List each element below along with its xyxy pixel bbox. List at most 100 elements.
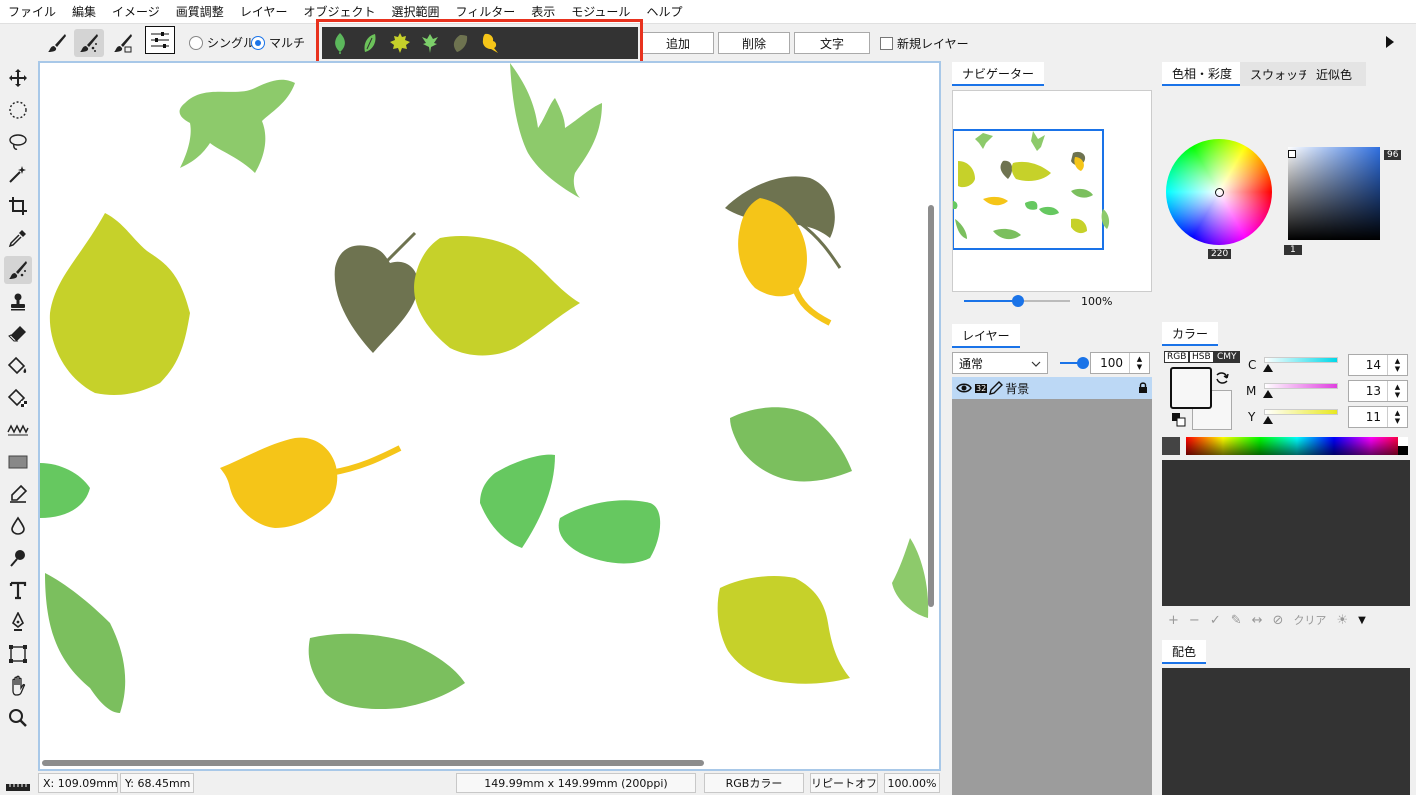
default-colors-icon[interactable] — [1172, 413, 1186, 427]
magenta-input[interactable]: 13 ▲ ▼ — [1348, 380, 1408, 402]
add-swatch-icon[interactable]: + — [1168, 613, 1179, 628]
pen-icon[interactable] — [4, 480, 32, 508]
remove-swatch-icon[interactable]: − — [1189, 613, 1200, 628]
wave-icon[interactable] — [4, 416, 32, 444]
spectrum-black-chip[interactable] — [1398, 446, 1408, 455]
cyan-input[interactable]: 14 ▲ ▼ — [1348, 354, 1408, 376]
menu-edit[interactable]: 編集 — [64, 0, 104, 24]
menu-view[interactable]: 表示 — [523, 0, 563, 24]
fern-leaf-green-icon[interactable] — [418, 31, 442, 55]
spectrum-white-chip[interactable] — [1398, 437, 1408, 446]
vector-pen-icon[interactable] — [4, 608, 32, 636]
tab-swatches[interactable]: スウォッチ — [1240, 62, 1310, 86]
brush-mode-normal-icon[interactable] — [42, 29, 72, 57]
brush-settings-button[interactable] — [145, 26, 175, 54]
magic-wand-icon[interactable] — [4, 160, 32, 188]
single-radio[interactable]: シングル — [189, 34, 255, 51]
repeat-button[interactable]: リピートオフ — [810, 773, 878, 793]
yellow-slider-thumb[interactable] — [1263, 416, 1273, 424]
hue-wheel-cursor[interactable] — [1215, 188, 1224, 197]
tab-similar-colors[interactable]: 近似色 — [1306, 62, 1366, 86]
hue-wheel[interactable] — [1166, 139, 1272, 245]
menu-layer[interactable]: レイヤー — [232, 0, 296, 24]
zoom-level[interactable]: 100.00% — [884, 773, 940, 793]
yellow-stepper[interactable]: ▲ ▼ — [1387, 407, 1407, 427]
navigator-zoom-thumb[interactable] — [1012, 295, 1024, 307]
shape-brush-icon[interactable] — [4, 256, 32, 284]
layer-row-background[interactable]: 32 背景 — [952, 377, 1152, 399]
tab-navigator[interactable]: ナビゲーター — [952, 62, 1045, 86]
magenta-slider[interactable] — [1264, 383, 1338, 389]
smudge-icon[interactable] — [4, 544, 32, 572]
cyan-stepper[interactable]: ▲ ▼ — [1387, 355, 1407, 375]
drop-icon[interactable] — [4, 512, 32, 540]
swap-swatch-icon[interactable]: ↔ — [1252, 613, 1263, 628]
cyan-slider-thumb[interactable] — [1263, 364, 1273, 372]
swatch-area[interactable] — [1162, 460, 1410, 606]
menu-module[interactable]: モジュール — [563, 0, 638, 24]
bucket-icon[interactable] — [4, 352, 32, 380]
clear-button[interactable]: クリア — [1293, 612, 1326, 628]
check-icon[interactable]: ✓ — [1210, 613, 1221, 628]
rectangle-icon[interactable] — [4, 448, 32, 476]
text-button[interactable]: 文字 — [794, 32, 870, 54]
ellipse-select-icon[interactable] — [4, 96, 32, 124]
ruler-icon[interactable] — [6, 780, 30, 791]
gradient-bucket-icon[interactable] — [4, 384, 32, 412]
saturation-brightness-box[interactable] — [1288, 147, 1380, 240]
transform-icon[interactable] — [4, 640, 32, 668]
tab-hue-saturation[interactable]: 色相・彩度 — [1162, 62, 1240, 86]
crop-icon[interactable] — [4, 192, 32, 220]
menu-adjust[interactable]: 画質調整 — [168, 0, 232, 24]
color-mode-button[interactable]: RGBカラー — [704, 773, 804, 793]
swap-colors-icon[interactable] — [1214, 370, 1230, 386]
magenta-slider-thumb[interactable] — [1263, 390, 1273, 398]
canvas-area[interactable] — [38, 61, 941, 771]
stamp-icon[interactable] — [4, 288, 32, 316]
zoom-icon[interactable] — [4, 704, 32, 732]
move-icon[interactable] — [4, 64, 32, 92]
brush-mode-scatter-icon[interactable] — [74, 29, 104, 57]
tab-color-scheme[interactable]: 配色 — [1162, 640, 1207, 664]
menu-selection[interactable]: 選択範囲 — [383, 0, 447, 24]
opacity-input[interactable]: 100 ▲ ▼ — [1090, 352, 1150, 374]
lasso-icon[interactable] — [4, 128, 32, 156]
current-color-chip[interactable] — [1162, 437, 1180, 455]
opacity-slider[interactable] — [1060, 357, 1089, 369]
delete-button[interactable]: 削除 — [718, 32, 790, 54]
blend-mode-select[interactable]: 通常 — [952, 352, 1048, 374]
horizontal-scrollbar[interactable] — [42, 760, 704, 766]
menu-object[interactable]: オブジェクト — [295, 0, 383, 24]
yellow-input[interactable]: 11 ▲ ▼ — [1348, 406, 1408, 428]
eye-icon[interactable] — [956, 382, 972, 394]
hand-icon[interactable] — [4, 672, 32, 700]
vertical-scrollbar[interactable] — [928, 205, 934, 607]
edit-swatch-icon[interactable]: ✎ — [1231, 613, 1242, 628]
mode-cmy[interactable]: CMY — [1214, 351, 1240, 363]
foreground-color-swatch[interactable] — [1170, 367, 1212, 409]
menu-file[interactable]: ファイル — [0, 0, 64, 24]
mode-rgb[interactable]: RGB — [1164, 351, 1190, 363]
brush-mode-texture-icon[interactable] — [108, 29, 138, 57]
color-scheme-area[interactable] — [1162, 668, 1410, 795]
navigator-preview[interactable] — [952, 90, 1152, 292]
text-icon[interactable] — [4, 576, 32, 604]
menu-image[interactable]: イメージ — [104, 0, 168, 24]
cyan-slider[interactable] — [1264, 357, 1338, 363]
leaf-yellow-icon[interactable] — [478, 31, 502, 55]
opacity-slider-thumb[interactable] — [1077, 357, 1089, 369]
sun-icon[interactable]: ☀ — [1336, 613, 1348, 628]
menu-help[interactable]: ヘルプ — [638, 0, 690, 24]
leaf-light-green-icon[interactable] — [358, 31, 382, 55]
leaf-olive-icon[interactable] — [448, 31, 472, 55]
play-arrow-icon[interactable] — [1384, 34, 1396, 50]
mode-hsb[interactable]: HSB — [1189, 351, 1214, 363]
navigator-zoom-slider[interactable] — [964, 295, 1070, 307]
multi-radio[interactable]: マルチ — [251, 34, 305, 51]
sb-cursor[interactable] — [1288, 150, 1296, 158]
new-layer-checkbox[interactable]: 新規レイヤー — [880, 35, 969, 52]
menu-filter[interactable]: フィルター — [447, 0, 523, 24]
maple-leaf-yellow-icon[interactable] — [388, 31, 412, 55]
leaf-green-icon[interactable] — [328, 31, 352, 55]
add-button[interactable]: 追加 — [642, 32, 714, 54]
